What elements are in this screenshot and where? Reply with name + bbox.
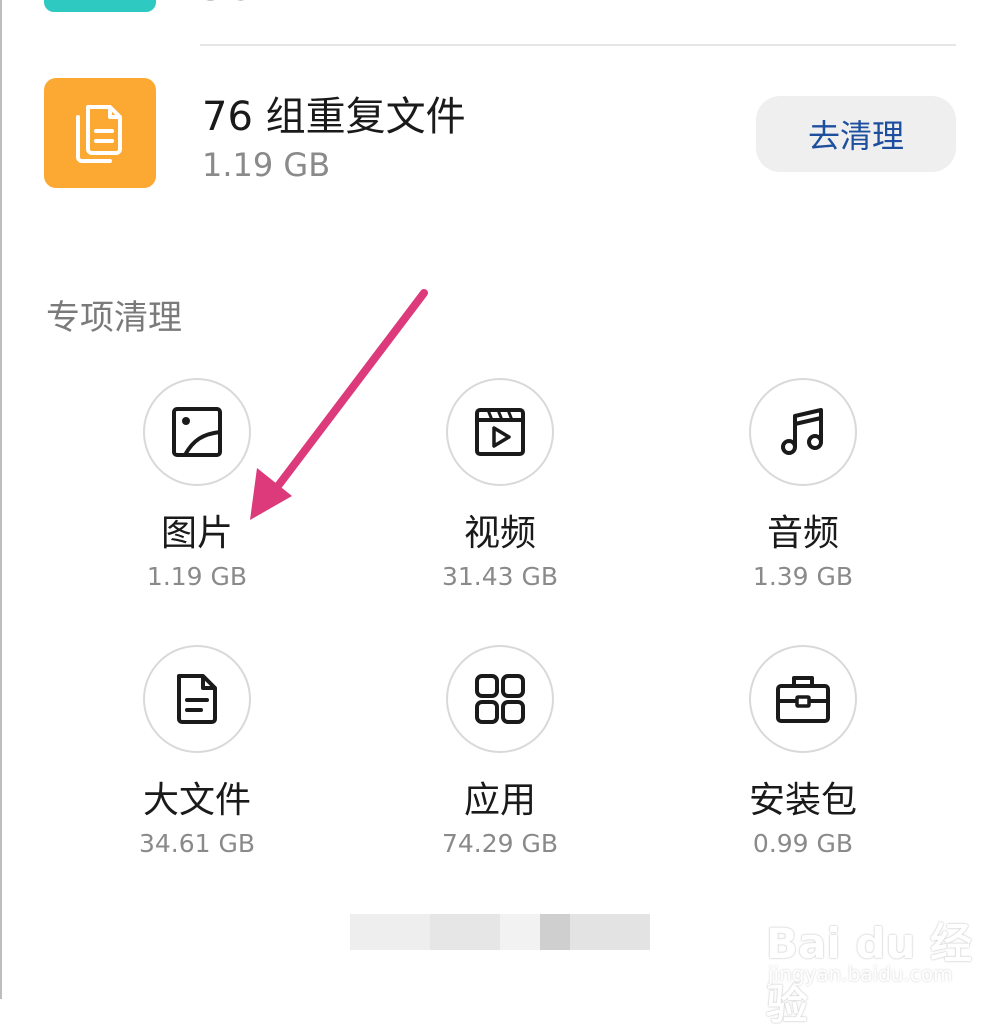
blurred-region (350, 914, 650, 950)
annotation-arrow (250, 289, 428, 520)
baidu-watermark-url: jingyan.baidu.com (768, 962, 953, 986)
